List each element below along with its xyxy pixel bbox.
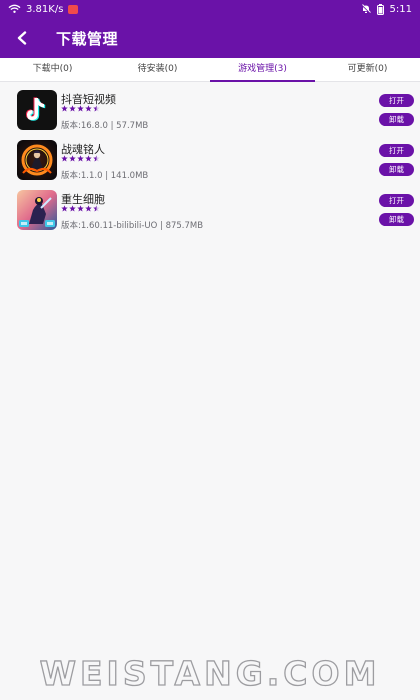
star-icon (69, 155, 76, 162)
open-button[interactable]: 打开 (379, 194, 414, 207)
tab-game-management[interactable]: 游戏管理(3) (210, 58, 315, 82)
list-item: 战魂铭人 版本:1.1.0 | 141.0MB 打开 卸载 (0, 138, 420, 188)
star-half-icon (93, 155, 100, 162)
clock: 5:11 (389, 3, 412, 15)
tab-updatable[interactable]: 可更新(0) (315, 58, 420, 81)
back-button[interactable] (2, 18, 42, 58)
star-icon (85, 155, 92, 162)
list-item: 抖音短视频 版本:16.8.0 | 57.7MB 打开 卸载 (0, 88, 420, 138)
tab-downloading[interactable]: 下载中(0) (0, 58, 105, 81)
star-half-icon (93, 105, 100, 112)
uninstall-button[interactable]: 卸载 (379, 163, 414, 176)
star-icon (77, 105, 84, 112)
star-icon (69, 205, 76, 212)
watermark-logo: WEISTANG.COM (40, 654, 380, 694)
dead-cells-app-icon[interactable] (17, 190, 57, 230)
status-bar: 3.81K/s 5:11 (0, 0, 420, 18)
open-button[interactable]: 打开 (379, 94, 414, 107)
app-version-size: 版本:1.60.11-bilibili-UO | 875.7MB (61, 221, 204, 231)
star-icon (77, 205, 84, 212)
star-icon (85, 205, 92, 212)
tab-pending-install[interactable]: 待安装(0) (105, 58, 210, 81)
bell-muted-icon (361, 4, 371, 14)
wifi-icon (8, 4, 21, 13)
network-speed: 3.81K/s (26, 3, 64, 15)
svg-text:WEISTANG.COM: WEISTANG.COM (40, 654, 380, 693)
rating-stars (61, 105, 100, 112)
star-icon (77, 155, 84, 162)
back-arrow-icon (17, 31, 27, 45)
app-version-size: 版本:1.1.0 | 141.0MB (61, 171, 149, 181)
star-icon (85, 105, 92, 112)
zhanhun-app-icon[interactable] (17, 140, 57, 180)
star-icon (61, 205, 68, 212)
app-header: 下载管理 (0, 18, 420, 58)
page-title: 下载管理 (56, 29, 119, 48)
rating-stars (61, 155, 100, 162)
app-list: 抖音短视频 版本:16.8.0 | 57.7MB 打开 卸载 战魂铭人 版本:1… (0, 88, 420, 238)
douyin-app-icon[interactable] (17, 90, 57, 130)
star-icon (61, 155, 68, 162)
star-icon (69, 105, 76, 112)
uninstall-button[interactable]: 卸载 (379, 213, 414, 226)
star-icon (61, 105, 68, 112)
notification-icon (68, 4, 79, 14)
app-version-size: 版本:16.8.0 | 57.7MB (61, 121, 149, 131)
uninstall-button[interactable]: 卸载 (379, 113, 414, 126)
tab-bar: 下载中(0) 待安装(0) 游戏管理(3) 可更新(0) (0, 58, 420, 82)
list-item: 重生细胞 版本:1.60.11-bilibili-UO | 875.7MB 打开… (0, 188, 420, 238)
rating-stars (61, 205, 100, 212)
star-half-icon (93, 205, 100, 212)
open-button[interactable]: 打开 (379, 144, 414, 157)
battery-icon (376, 3, 384, 15)
